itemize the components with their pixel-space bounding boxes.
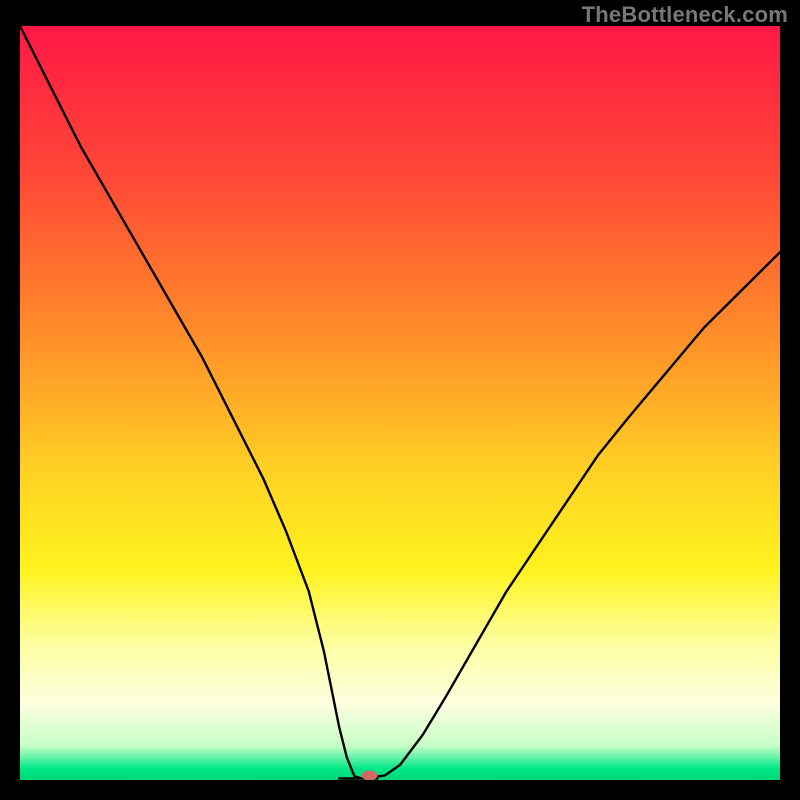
gradient-background	[20, 26, 780, 780]
chart-frame: TheBottleneck.com	[0, 0, 800, 800]
chart-svg	[20, 26, 780, 780]
watermark-text: TheBottleneck.com	[582, 2, 788, 28]
plot-area	[20, 26, 780, 780]
